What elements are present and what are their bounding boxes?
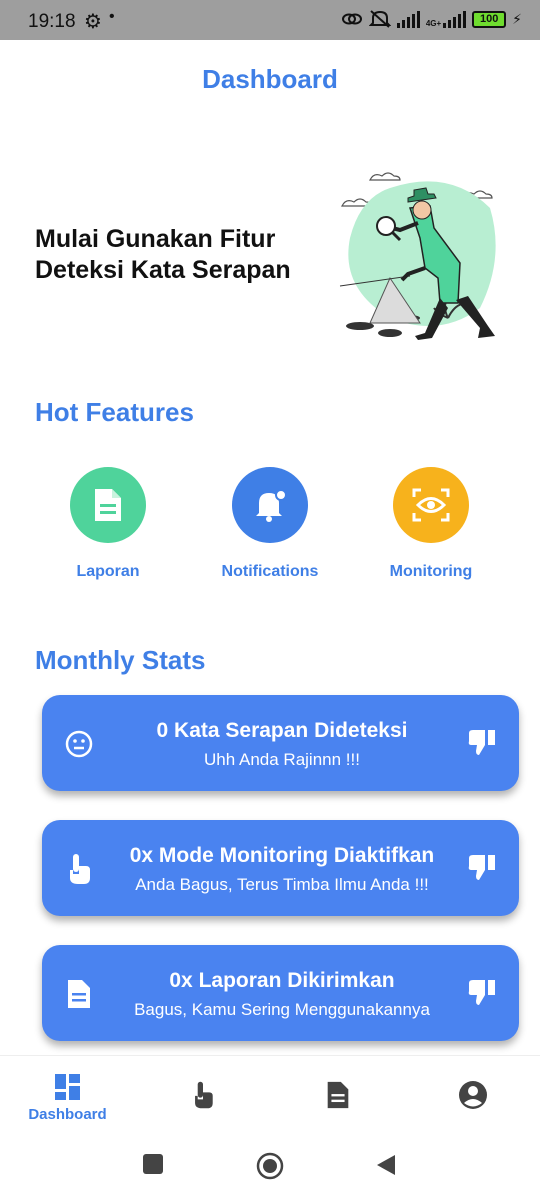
account-icon (458, 1081, 487, 1109)
feature-laporan[interactable]: Laporan (28, 467, 188, 581)
document-icon (64, 979, 94, 1009)
touch-icon (64, 854, 94, 884)
stat-title: 0x Mode Monitoring Diaktifkan (129, 844, 435, 867)
feature-laporan-button[interactable] (70, 467, 146, 543)
feature-monitoring-button[interactable] (393, 467, 469, 543)
dashboard-icon (54, 1074, 80, 1100)
nav-item-laporan[interactable] (270, 1056, 405, 1136)
battery-icon: 100 (472, 10, 507, 28)
stat-subtitle: Anda Bagus, Terus Timba Ilmu Anda !!! (135, 875, 429, 894)
stat-card-mode-monitoring[interactable]: 0x Mode Monitoring Diaktifkan Anda Bagus… (42, 820, 519, 916)
charging-icon: ⚡ (512, 10, 522, 27)
network-signal-icon: 4G+ (425, 10, 467, 28)
detective-illustration (339, 172, 496, 340)
stat-title: 0 Kata Serapan Dideteksi (156, 719, 408, 742)
nav-label-dashboard: Dashboard (28, 1106, 107, 1123)
stat-subtitle: Bagus, Kamu Sering Menggunakannya (134, 1000, 430, 1019)
feature-notifications-button[interactable] (232, 467, 308, 543)
stat-card-kata-serapan[interactable]: 0 Kata Serapan Dideteksi Uhh Anda Rajinn… (42, 695, 519, 791)
signal-icon (396, 10, 420, 28)
status-time: 19:18 (28, 11, 76, 32)
stat-title: 0x Laporan Dikirimkan (169, 969, 395, 992)
stat-subtitle: Uhh Anda Rajinnn !!! (204, 750, 360, 769)
network-type: 4G+ (425, 19, 442, 28)
document-icon (327, 1081, 348, 1109)
settings-gear-icon: ⚙ (84, 11, 102, 33)
thumbs-down-icon[interactable] (467, 727, 497, 757)
bottom-navigation: Dashboard (0, 1055, 540, 1135)
thumbs-down-icon[interactable] (467, 852, 497, 882)
notification-dot-icon: • (109, 8, 115, 25)
hero-text: Mulai Gunakan Fitur Deteksi Kata Serapan (35, 224, 325, 286)
nav-item-account[interactable] (405, 1056, 540, 1136)
nav-item-dashboard[interactable]: Dashboard (0, 1056, 135, 1136)
link-icon (341, 13, 362, 25)
touch-icon (194, 1081, 213, 1109)
nav-item-monitoring[interactable] (135, 1056, 270, 1136)
status-icons: 4G+ 100 ⚡ (341, 9, 522, 29)
hero-line-1: Mulai Gunakan Fitur (35, 225, 276, 253)
thumbs-down-icon[interactable] (467, 977, 497, 1007)
feature-notifications-label: Notifications (221, 563, 319, 580)
document-icon (95, 489, 121, 521)
system-navigation (0, 1135, 540, 1200)
monthly-stats-title: Monthly Stats (35, 645, 206, 675)
back-button-icon[interactable] (375, 1153, 397, 1177)
recents-button-icon[interactable] (142, 1153, 164, 1175)
eye-scan-icon (412, 488, 450, 522)
smiley-icon (64, 729, 94, 759)
feature-laporan-label: Laporan (76, 563, 140, 580)
stat-card-laporan[interactable]: 0x Laporan Dikirimkan Bagus, Kamu Sering… (42, 945, 519, 1041)
feature-monitoring[interactable]: Monitoring (351, 467, 511, 581)
page-title: Dashboard (202, 64, 338, 94)
home-button-icon[interactable] (256, 1152, 284, 1180)
feature-monitoring-label: Monitoring (389, 563, 473, 580)
hero-line-2: Deteksi Kata Serapan (35, 256, 291, 284)
hot-features-title: Hot Features (35, 397, 194, 427)
feature-notifications[interactable]: Notifications (190, 467, 350, 581)
bell-icon (256, 489, 287, 522)
mute-icon (368, 10, 391, 28)
status-bar: 19:18 ⚙ • 4G+ 100 ⚡ (0, 0, 540, 40)
